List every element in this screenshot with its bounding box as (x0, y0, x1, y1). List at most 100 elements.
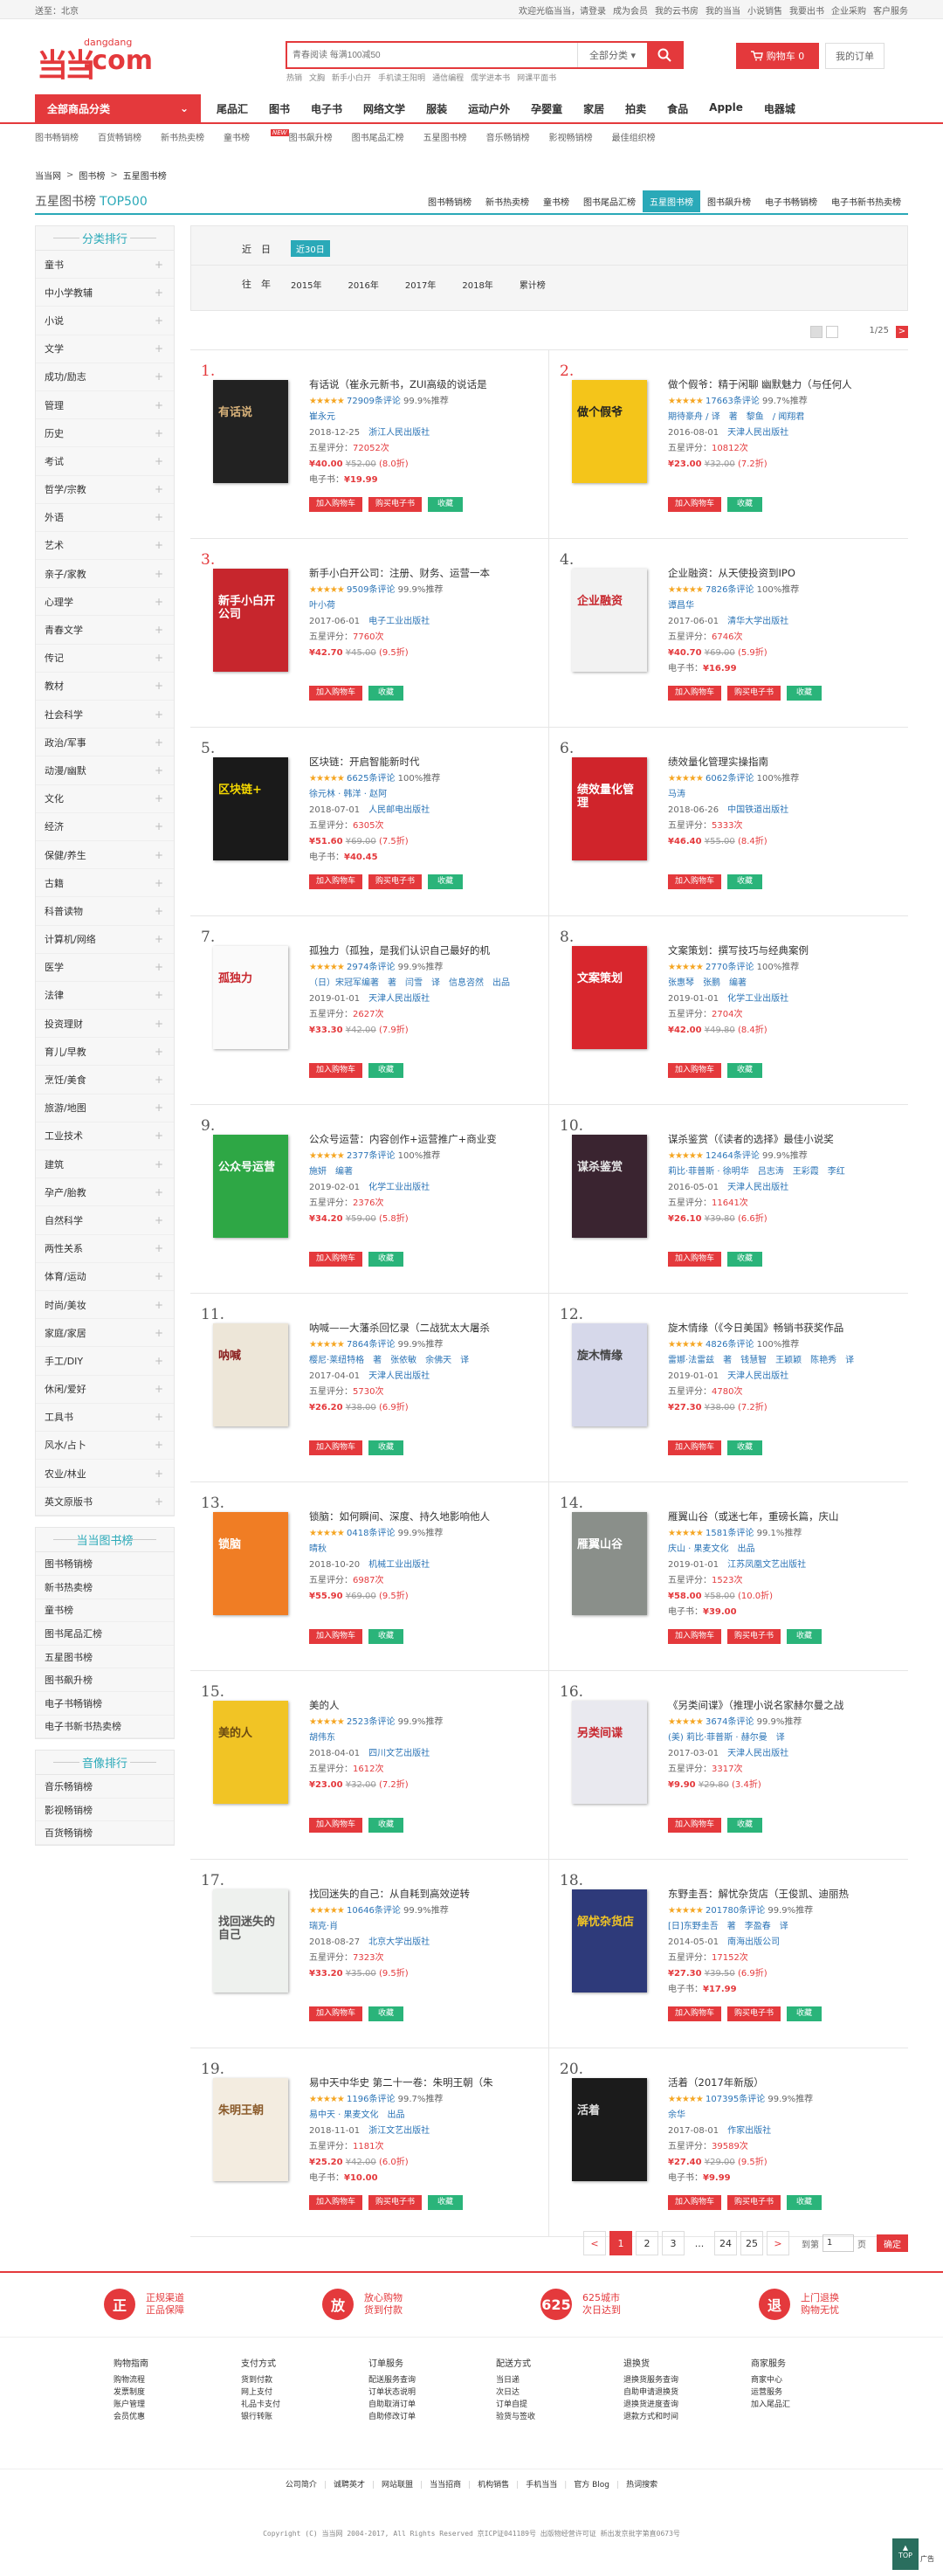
cart-button[interactable]: 购物车 0 (736, 43, 819, 69)
nav-link[interactable]: 网络文学 (363, 101, 405, 116)
sidebar-category-item[interactable]: 休闲/爱好 + (36, 1376, 174, 1404)
review-count-link[interactable]: 1196条评论 (347, 2095, 395, 2104)
sidebar-category-item[interactable]: 家庭/家居 + (36, 1319, 174, 1348)
sidebar-category-item[interactable]: 社会科学 + (36, 701, 174, 729)
top-link[interactable]: 小说销售 (747, 7, 782, 17)
add-to-cart-button[interactable]: 加入购物车 (309, 2195, 363, 2210)
review-count-link[interactable]: 6625条评论 (347, 774, 395, 784)
book-cover[interactable]: 新手小白开公司 (213, 569, 288, 672)
sidebar-av-item[interactable]: 百货畅销榜 (36, 1821, 174, 1845)
grid-view-icon[interactable] (810, 326, 823, 338)
add-to-cart-button[interactable]: 加入购物车 (668, 2006, 722, 2021)
filter-year-option[interactable]: 2016年 (348, 278, 378, 291)
prev-page-button[interactable]: < (583, 2231, 606, 2255)
sidebar-category-item[interactable]: 时尚/美妆 + (36, 1291, 174, 1320)
nav-link[interactable]: 图书 (269, 101, 290, 116)
publisher-link[interactable]: 四川文艺出版社 (368, 1749, 430, 1758)
hot-word-link[interactable]: 通信编程 (432, 74, 464, 83)
favorite-button[interactable]: 收藏 (368, 1818, 404, 1833)
book-title[interactable]: 做个假爷：精于闲聊 幽默魅力（与任何人 (668, 375, 895, 394)
nav-link[interactable]: 拍卖 (625, 101, 646, 116)
footer-link[interactable]: 机构销售 (478, 2481, 509, 2490)
book-cover[interactable]: 有话说 (213, 380, 288, 483)
filter-recent-30-days[interactable]: 近30日 (291, 240, 330, 257)
add-to-cart-button[interactable]: 加入购物车 (309, 2006, 363, 2021)
publisher-link[interactable]: 中国铁道出版社 (727, 805, 788, 815)
sidebar-category-item[interactable]: 童书 + (36, 251, 174, 280)
tab-ranking[interactable]: 五星图书榜 (643, 190, 700, 212)
book-cover[interactable]: 美的人 (213, 1701, 288, 1804)
dangdang-logo[interactable]: 当当 dangdang .com (37, 35, 176, 84)
sidebar-category-item[interactable]: 经济 + (36, 813, 174, 841)
sidebar-category-item[interactable]: 历史 + (36, 419, 174, 448)
sidebar-category-item[interactable]: 动漫/幽默 + (36, 756, 174, 785)
help-link[interactable]: 配送服务查询 (368, 2374, 447, 2386)
book-author[interactable]: 瑞克·肖 (309, 1919, 536, 1935)
all-categories-button[interactable]: 全部商品分类 ⌄ (35, 94, 201, 122)
book-title[interactable]: 绩效量化管理实操指南 (668, 752, 895, 771)
help-link[interactable]: 退换货进度查询 (623, 2399, 702, 2411)
subnav-link[interactable]: 音乐畅销榜 (486, 130, 530, 143)
add-to-cart-button[interactable]: 加入购物车 (309, 497, 363, 512)
breadcrumb-link[interactable]: 当当网 (35, 169, 61, 182)
book-cover[interactable]: 朱明王朝 (213, 2078, 288, 2181)
hot-word-link[interactable]: 文胸 (309, 74, 325, 83)
help-link[interactable]: 货到付款 (241, 2374, 320, 2386)
hot-word-link[interactable]: 网课平面书 (517, 74, 556, 83)
filter-year-option[interactable]: 2017年 (405, 278, 436, 291)
footer-link[interactable]: 热词搜索 (626, 2481, 657, 2490)
help-link[interactable]: 当日递 (496, 2374, 575, 2386)
subnav-link[interactable]: 图书尾品汇榜 (352, 130, 404, 143)
list-view-icon[interactable] (826, 326, 838, 338)
sidebar-category-item[interactable]: 投资理财 + (36, 1010, 174, 1039)
publisher-link[interactable]: 江苏凤凰文艺出版社 (727, 1560, 806, 1570)
favorite-button[interactable]: 收藏 (368, 686, 404, 701)
publisher-link[interactable]: 天津人民出版社 (727, 1371, 788, 1381)
book-title[interactable]: 活着（2017年新版） (668, 2073, 895, 2092)
favorite-button[interactable]: 收藏 (428, 874, 464, 889)
review-count-link[interactable]: 1581条评论 (706, 1529, 754, 1538)
sidebar-list-item[interactable]: 新书热卖榜 (36, 1576, 174, 1599)
help-link[interactable]: 礼品卡支付 (241, 2399, 320, 2411)
hot-word-link[interactable]: 新手小白开 (332, 74, 371, 83)
footer-link[interactable]: 网站联盟 (382, 2481, 413, 2490)
book-author[interactable]: 崔永元 (309, 410, 536, 425)
favorite-button[interactable]: 收藏 (727, 874, 763, 889)
top-link[interactable]: 成为会员 (613, 7, 648, 17)
book-author[interactable]: 施妍 编著 (309, 1164, 536, 1180)
next-page-button[interactable]: > (767, 2231, 789, 2255)
book-author[interactable]: (美) 莉比·菲普斯 · 赫尔曼 译 (668, 1730, 895, 1746)
review-count-link[interactable]: 2974条评论 (347, 963, 395, 972)
sidebar-list-item[interactable]: 图书飙升榜 (36, 1668, 174, 1692)
add-to-cart-button[interactable]: 加入购物车 (309, 1440, 363, 1455)
review-count-link[interactable]: 12464条评论 (706, 1151, 760, 1161)
filter-year-option[interactable]: 2018年 (462, 278, 492, 291)
nav-link[interactable]: 食品 (667, 101, 688, 116)
sidebar-category-item[interactable]: 青春文学 + (36, 616, 174, 645)
sidebar-list-item[interactable]: 五星图书榜 (36, 1646, 174, 1669)
help-link[interactable]: 订单状态说明 (368, 2386, 447, 2399)
sidebar-category-item[interactable]: 保健/养生 + (36, 841, 174, 870)
favorite-button[interactable]: 收藏 (368, 1440, 404, 1455)
review-count-link[interactable]: 107395条评论 (706, 2095, 765, 2104)
tab-ranking[interactable]: 图书飙升榜 (700, 190, 758, 212)
book-title[interactable]: 东野圭吾：解忧杂货店（王俊凯、迪丽热 (668, 1884, 895, 1903)
top-link[interactable]: 我的云书房 (655, 7, 699, 17)
review-count-link[interactable]: 201780条评论 (706, 1906, 765, 1916)
nav-link[interactable]: 孕婴童 (531, 101, 562, 116)
sidebar-category-item[interactable]: 成功/励志 + (36, 363, 174, 391)
help-link[interactable]: 购物流程 (114, 2374, 192, 2386)
page-number-button[interactable]: 1 (609, 2231, 632, 2255)
nav-link[interactable]: 家居 (583, 101, 604, 116)
book-author[interactable]: 胡伟东 (309, 1730, 536, 1746)
book-cover[interactable]: 解忧杂货店 (572, 1889, 647, 1992)
page-number-button[interactable]: 24 (714, 2231, 737, 2255)
publisher-link[interactable]: 南海出版公司 (727, 1937, 780, 1947)
add-to-cart-button[interactable]: 加入购物车 (668, 686, 722, 701)
add-to-cart-button[interactable]: 加入购物车 (668, 497, 722, 512)
footer-link[interactable]: 诚聘英才 (334, 2481, 365, 2490)
book-title[interactable]: 新手小白开公司：注册、财务、运营一本 (309, 563, 536, 583)
help-link[interactable]: 验货与签收 (496, 2411, 575, 2423)
book-title[interactable]: 企业融资：从天使投资到IPO (668, 563, 895, 583)
publisher-link[interactable]: 清华大学出版社 (727, 617, 788, 626)
